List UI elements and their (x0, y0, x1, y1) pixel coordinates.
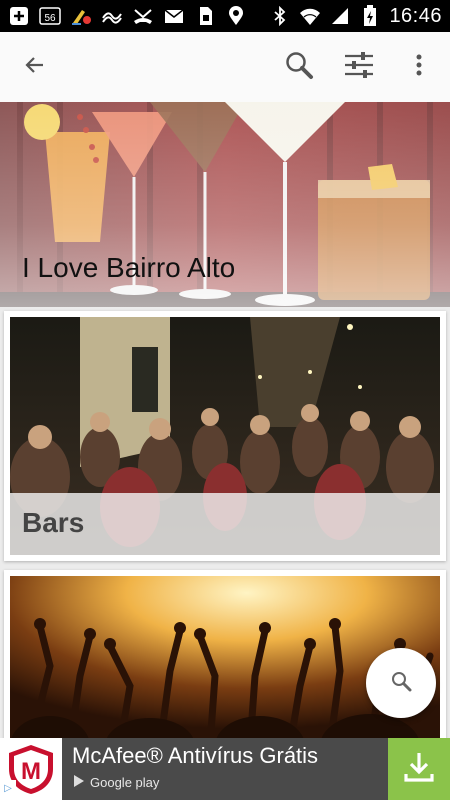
card-title-bars: Bars (22, 507, 85, 538)
filter-button[interactable] (334, 32, 384, 102)
ad-choices-icon[interactable]: ▷ (0, 780, 16, 796)
mail-icon (163, 6, 185, 26)
app-bar (0, 32, 450, 103)
cell-signal-icon (329, 6, 351, 26)
google-play-icon (72, 774, 86, 791)
bluetooth-icon (269, 6, 291, 26)
category-card-bars[interactable]: Bars (4, 311, 446, 561)
more-vert-icon (415, 53, 423, 82)
ad-store-label: Google play (90, 775, 160, 790)
search-fab[interactable] (366, 648, 436, 718)
search-button[interactable] (274, 32, 324, 102)
google-play-badge: Google play (72, 774, 159, 791)
signal-56-icon: 56 (39, 6, 61, 26)
sim-icon (194, 6, 216, 26)
wave-icon (101, 6, 123, 26)
missed-call-icon (132, 6, 154, 26)
wifi-icon (299, 6, 321, 26)
add-icon (8, 6, 30, 26)
battery-icon (359, 5, 381, 26)
hero-banner[interactable]: I Love Bairro Alto (0, 102, 450, 307)
back-button[interactable] (10, 32, 60, 102)
ad-download-button[interactable] (388, 738, 450, 800)
more-options-button[interactable] (394, 32, 444, 102)
search-icon (284, 50, 314, 85)
download-icon (402, 750, 436, 789)
ad-banner[interactable]: M McAfee® Antivírus Grátis Google play (0, 738, 450, 800)
svg-text:56: 56 (44, 13, 56, 24)
cleaner-icon (70, 6, 92, 26)
ad-logo-letter: M (21, 758, 41, 785)
status-bar: 56 16:46 (0, 0, 450, 32)
ad-title: McAfee® Antivírus Grátis (72, 743, 319, 768)
hero-title: I Love Bairro Alto (22, 252, 236, 283)
arrow-back-icon (23, 53, 47, 82)
tune-icon (343, 50, 375, 85)
bars-caption-overlay: Bars (10, 493, 440, 555)
status-time: 16:46 (389, 4, 442, 27)
location-icon (225, 6, 247, 26)
search-icon (390, 670, 412, 697)
